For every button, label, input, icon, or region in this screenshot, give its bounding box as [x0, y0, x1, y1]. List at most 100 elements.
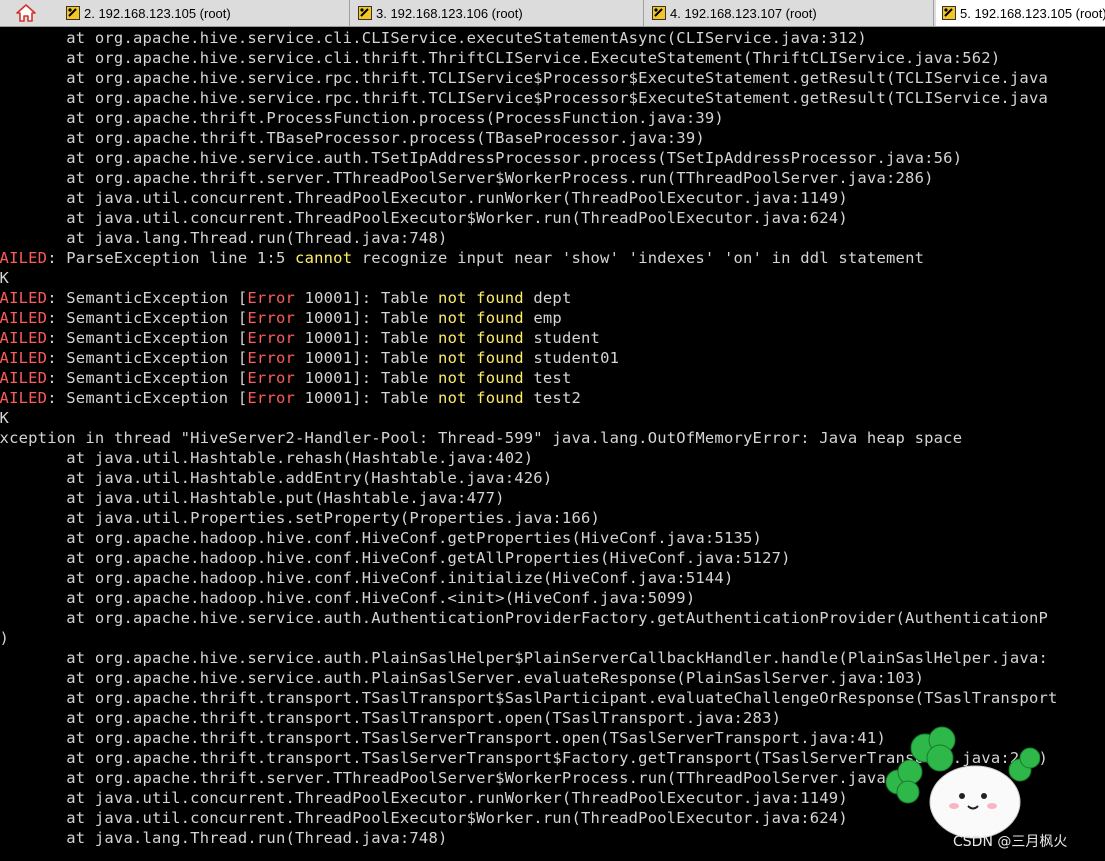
terminal-text: at org.apache.thrift.server.TThreadPoolS… — [0, 169, 934, 187]
tab-session-5[interactable]: 5. 192.168.123.105 (root) — [936, 0, 1105, 26]
terminal-text: at org.apache.hive.service.rpc.thrift.TC… — [0, 89, 1049, 107]
tab-session-3[interactable]: 3. 192.168.123.106 (root) — [352, 0, 644, 26]
terminal-line: at java.util.Hashtable.addEntry(Hashtabl… — [0, 468, 552, 488]
terminal-line: at org.apache.hive.service.auth.PlainSas… — [0, 668, 924, 688]
terminal-text: at org.apache.thrift.TBaseProcessor.proc… — [0, 129, 705, 147]
terminal-text: not found — [438, 369, 524, 387]
terminal-text: test — [523, 369, 572, 387]
terminal-line: FAILED: SemanticException [Error 10001]:… — [0, 308, 562, 328]
terminal-line: at java.util.Hashtable.put(Hashtable.jav… — [0, 488, 505, 508]
terminal-text: at org.apache.thrift.transport.TSaslTran… — [0, 709, 782, 727]
terminal-text: FAILED — [0, 349, 48, 367]
terminal-text: at java.util.Hashtable.put(Hashtable.jav… — [0, 489, 505, 507]
terminal-text: not found — [438, 389, 524, 407]
terminal-text: FAILED — [0, 369, 48, 387]
terminal-text: FAILED — [0, 389, 48, 407]
terminal-text: recognize input near 'show' 'indexes' 'o… — [352, 249, 925, 267]
terminal-text: OK — [0, 409, 10, 427]
tab-label: 3. 192.168.123.106 (root) — [376, 5, 523, 21]
terminal-text: : SemanticException [ — [47, 389, 248, 407]
terminal-text: at java.util.concurrent.ThreadPoolExecut… — [0, 789, 848, 807]
terminal-text: at org.apache.hive.service.auth.TSetIpAd… — [0, 149, 963, 167]
terminal-text: 1) — [0, 629, 10, 647]
terminal-text: student01 — [523, 349, 620, 367]
terminal-text: : SemanticException [ — [47, 309, 248, 327]
terminal-text: at org.apache.hive.service.cli.CLIServic… — [0, 29, 867, 47]
terminal-line: FAILED: SemanticException [Error 10001]:… — [0, 328, 600, 348]
terminal-text: 10001]: Table — [295, 369, 439, 387]
terminal-line: at org.apache.thrift.TBaseProcessor.proc… — [0, 128, 705, 148]
terminal-line: FAILED: SemanticException [Error 10001]:… — [0, 288, 572, 308]
terminal-text: at java.lang.Thread.run(Thread.java:748) — [0, 829, 448, 847]
terminal-line: at org.apache.hadoop.hive.conf.HiveConf.… — [0, 568, 733, 588]
terminal-line: 1) — [0, 628, 9, 648]
terminal-text: 10001]: Table — [295, 349, 439, 367]
terminal-text: at java.util.Properties.setProperty(Prop… — [0, 509, 601, 527]
terminal-text: emp — [523, 309, 562, 327]
terminal-line: at org.apache.thrift.transport.TSaslTran… — [0, 708, 781, 728]
terminal-text: at java.util.concurrent.ThreadPoolExecut… — [0, 189, 848, 207]
terminal-text: at org.apache.hadoop.hive.conf.HiveConf.… — [0, 549, 791, 567]
terminal-session-icon — [358, 6, 372, 20]
terminal-line: at java.util.concurrent.ThreadPoolExecut… — [0, 208, 848, 228]
terminal-text: test2 — [523, 389, 582, 407]
terminal-text: 10001]: Table — [295, 329, 439, 347]
terminal-line: OK — [0, 408, 9, 428]
terminal-text: at org.apache.hive.service.rpc.thrift.TC… — [0, 69, 1049, 87]
tab-label: 4. 192.168.123.107 (root) — [670, 5, 817, 21]
terminal-text: student — [523, 329, 601, 347]
terminal-session-icon — [942, 6, 956, 20]
terminal-line: at java.util.Hashtable.rehash(Hashtable.… — [0, 448, 533, 468]
terminal-text: at org.apache.thrift.transport.TSaslTran… — [0, 689, 1058, 707]
terminal-text: OK — [0, 269, 10, 287]
terminal-session-icon — [66, 6, 80, 20]
terminal-text: dept — [523, 289, 572, 307]
terminal-text: Error — [247, 309, 296, 327]
terminal-line: at org.apache.hadoop.hive.conf.HiveConf.… — [0, 588, 695, 608]
terminal-text: not found — [438, 329, 524, 347]
terminal-line: at org.apache.hive.service.rpc.thrift.TC… — [0, 88, 1048, 108]
terminal-text: at java.util.concurrent.ThreadPoolExecut… — [0, 209, 848, 227]
terminal-text: at org.apache.thrift.ProcessFunction.pro… — [0, 109, 724, 127]
terminal-text: at org.apache.hadoop.hive.conf.HiveConf.… — [0, 529, 763, 547]
terminal-text: not found — [438, 349, 524, 367]
terminal-text: : SemanticException [ — [47, 369, 248, 387]
terminal-text: at java.util.concurrent.ThreadPoolExecut… — [0, 809, 848, 827]
terminal-text: Error — [247, 389, 296, 407]
terminal-text: at org.apache.hadoop.hive.conf.HiveConf.… — [0, 569, 734, 587]
terminal-line: at java.util.concurrent.ThreadPoolExecut… — [0, 188, 848, 208]
terminal-line: at java.util.concurrent.ThreadPoolExecut… — [0, 788, 848, 808]
terminal-text: : SemanticException [ — [47, 329, 248, 347]
terminal-text: Error — [247, 349, 296, 367]
home-button[interactable] — [0, 0, 52, 26]
terminal-line: at org.apache.hive.service.auth.TSetIpAd… — [0, 148, 962, 168]
terminal-text: at java.util.Hashtable.rehash(Hashtable.… — [0, 449, 534, 467]
terminal-line: at java.util.concurrent.ThreadPoolExecut… — [0, 808, 848, 828]
terminal-text: not found — [438, 309, 524, 327]
terminal-session-icon — [652, 6, 666, 20]
terminal-text: Exception in thread "HiveServer2-Handler… — [0, 429, 963, 447]
tab-session-4[interactable]: 4. 192.168.123.107 (root) — [646, 0, 934, 26]
terminal-text: FAILED — [0, 329, 48, 347]
terminal-line: Exception in thread "HiveServer2-Handler… — [0, 428, 962, 448]
terminal-text: at org.apache.hive.service.auth.PlainSas… — [0, 649, 1049, 667]
terminal-text: : ParseException line 1:5 — [47, 249, 296, 267]
terminal-text: FAILED — [0, 289, 48, 307]
terminal-line: at java.lang.Thread.run(Thread.java:748) — [0, 228, 448, 248]
terminal-text: 10001]: Table — [295, 389, 439, 407]
terminal-line: at org.apache.hadoop.hive.conf.HiveConf.… — [0, 548, 791, 568]
terminal-text: at java.util.Hashtable.addEntry(Hashtabl… — [0, 469, 553, 487]
terminal-text: 10001]: Table — [295, 309, 439, 327]
terminal-text: Error — [247, 289, 296, 307]
home-icon — [16, 4, 36, 22]
terminal-line: at org.apache.thrift.server.TThreadPoolS… — [0, 168, 934, 188]
tab-session-2[interactable]: 2. 192.168.123.105 (root) — [60, 0, 350, 26]
terminal-text: at org.apache.hive.service.auth.Authenti… — [0, 609, 1049, 627]
terminal-text: FAILED — [0, 309, 48, 327]
terminal-line: at org.apache.hive.service.auth.PlainSas… — [0, 648, 1048, 668]
terminal-text: at org.apache.thrift.transport.TSaslServ… — [0, 729, 886, 747]
terminal-text: cannot — [295, 249, 353, 267]
tab-bar: 2. 192.168.123.105 (root) 3. 192.168.123… — [0, 0, 1105, 27]
terminal-line: at org.apache.thrift.transport.TSaslTran… — [0, 688, 1058, 708]
csdn-watermark: CSDN @三月枫火 — [953, 834, 1068, 850]
